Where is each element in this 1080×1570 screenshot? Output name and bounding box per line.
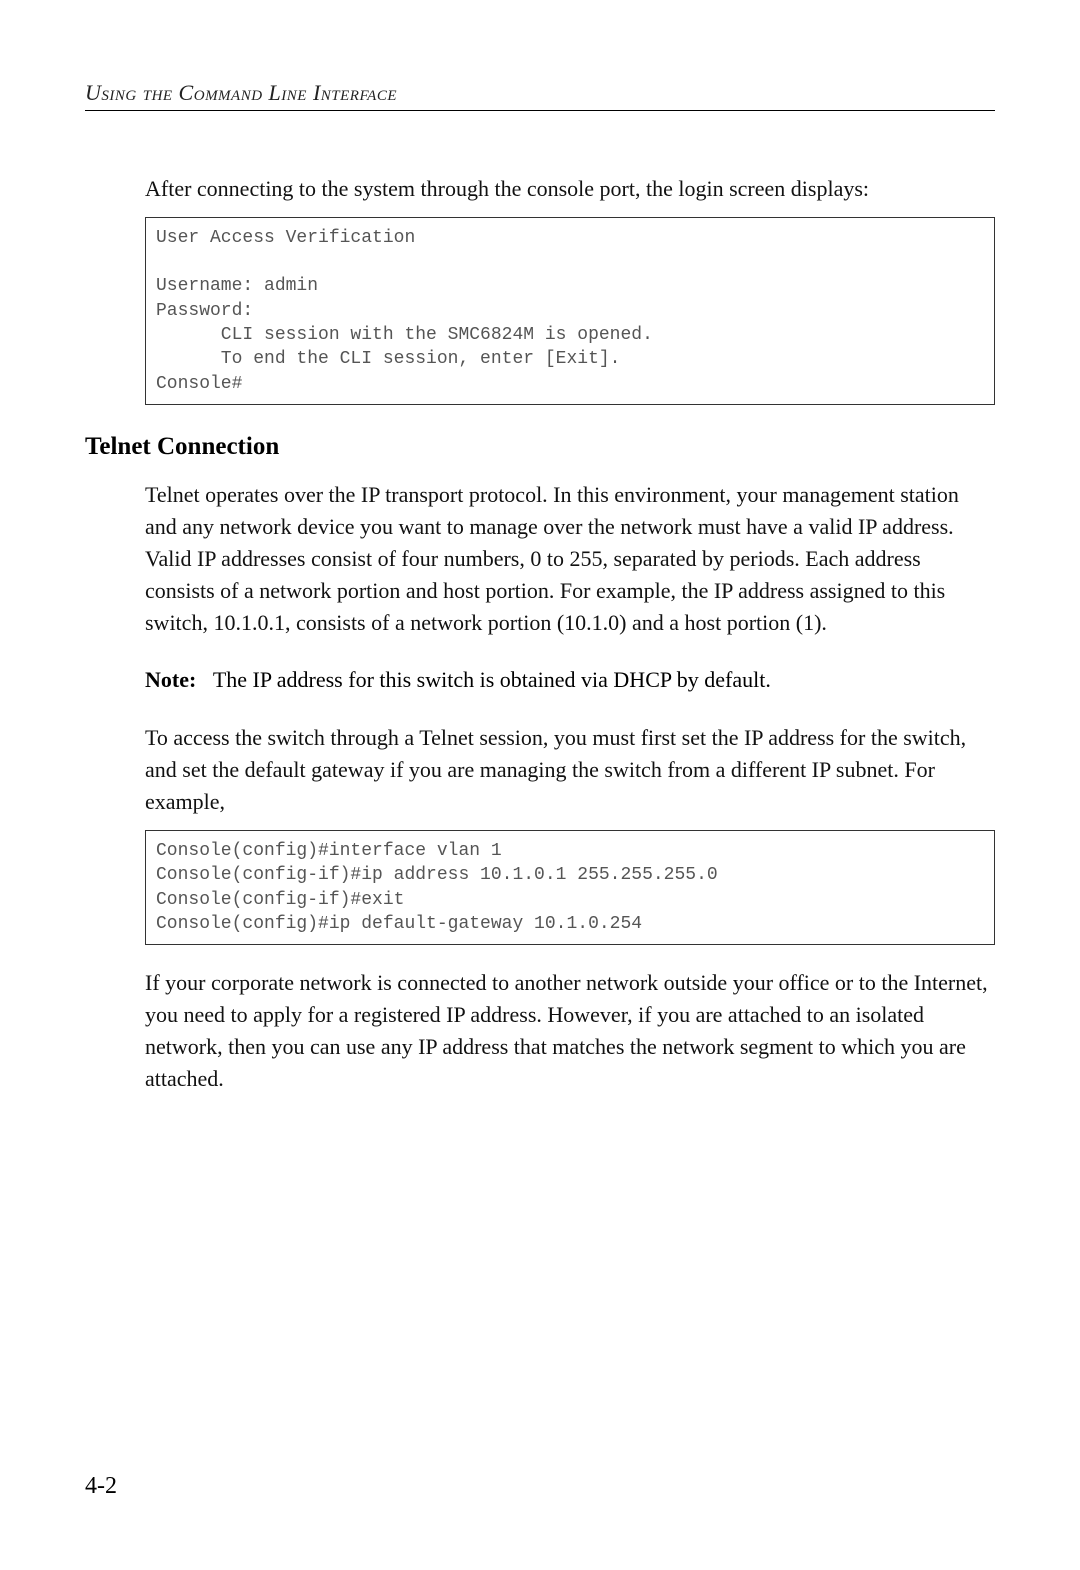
note-label: Note: bbox=[145, 667, 196, 692]
note-paragraph: Note: The IP address for this switch is … bbox=[145, 664, 995, 696]
note-text bbox=[202, 667, 213, 692]
code-block-config: Console(config)#interface vlan 1 Console… bbox=[145, 830, 995, 945]
access-paragraph: To access the switch through a Telnet se… bbox=[145, 722, 995, 818]
header-divider bbox=[85, 110, 995, 111]
page-header: Using the Command Line Interface bbox=[85, 80, 995, 106]
telnet-paragraph: Telnet operates over the IP transport pr… bbox=[145, 479, 995, 638]
intro-paragraph: After connecting to the system through t… bbox=[145, 173, 995, 205]
code-block-login: User Access Verification Username: admin… bbox=[145, 217, 995, 405]
page-number: 4-2 bbox=[85, 1473, 117, 1500]
closing-paragraph: If your corporate network is connected t… bbox=[145, 967, 995, 1095]
note-body: The IP address for this switch is obtain… bbox=[213, 667, 771, 692]
section-heading-telnet: Telnet Connection bbox=[85, 433, 995, 461]
